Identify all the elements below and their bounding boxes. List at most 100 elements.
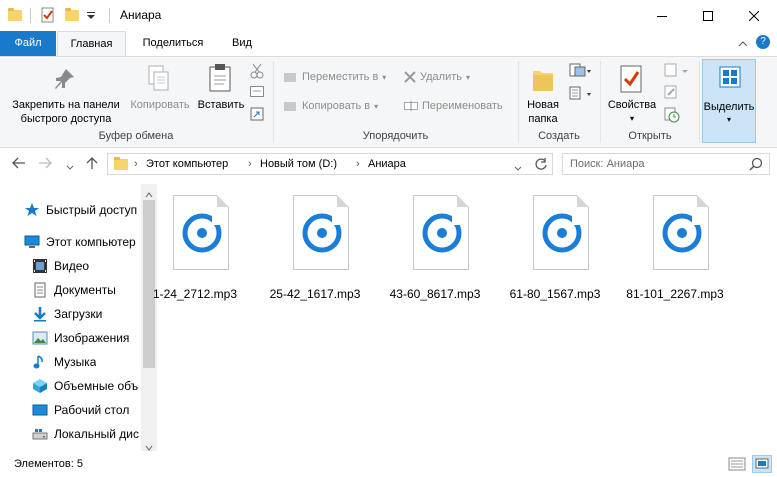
chevron-right-icon[interactable]: › (356, 158, 360, 170)
nav-item-desktop[interactable]: Рабочий стол (32, 400, 129, 420)
cut-icon[interactable] (250, 63, 264, 82)
edit-icon[interactable] (664, 85, 678, 102)
nav-item-label: Видео (54, 259, 90, 273)
breadcrumb-aniara[interactable]: Аниара (368, 158, 406, 170)
ribbon-collapse-chevron-icon[interactable] (738, 37, 748, 51)
pin-label-line1: Закрепить на панели (12, 99, 120, 111)
paste-shortcut-icon[interactable] (250, 107, 264, 124)
tab-home[interactable]: Главная (57, 31, 126, 57)
clipboard-group-label: Буфер обмена (98, 130, 174, 142)
address-bar[interactable]: › Этот компьютер › Новый том (D:) › Аниа… (107, 153, 553, 175)
paste-icon (208, 63, 234, 96)
large-icons-view-button[interactable] (752, 455, 772, 473)
nav-item-documents[interactable]: Документы (32, 280, 116, 300)
copy-icon (147, 65, 171, 96)
audio-file-icon (653, 195, 709, 270)
nav-item-label: Документы (54, 283, 116, 297)
history-icon[interactable] (664, 107, 680, 126)
minimize-button[interactable] (639, 0, 685, 31)
file-item[interactable]: 1-24_2712.mp3 (140, 195, 250, 305)
search-box[interactable]: Поиск: Аниара (562, 153, 770, 175)
back-button[interactable] (12, 157, 26, 172)
folder-icon (8, 7, 24, 23)
local-disk-icon (32, 426, 48, 442)
refresh-button[interactable] (534, 157, 548, 174)
paste-button[interactable]: Вставить (194, 98, 248, 112)
search-input[interactable]: Поиск: Аниара (570, 158, 645, 170)
select-icon (719, 66, 741, 91)
pin-icon (52, 67, 76, 96)
customize-quick-access-icon[interactable] (86, 7, 102, 23)
address-dropdown-button[interactable] (514, 161, 522, 175)
tab-file[interactable]: Файл (0, 31, 56, 56)
select-button[interactable]: Выделить ▾ (702, 59, 756, 143)
properties-button[interactable]: Свойства ▾ (603, 98, 661, 126)
chevron-right-icon[interactable]: › (134, 158, 138, 170)
nav-item-label: Этот компьютер (46, 235, 136, 249)
rename-button[interactable]: Переименовать (404, 100, 503, 112)
copy-to-label: Копировать в (302, 100, 371, 112)
nav-item-label: Локальный дис (54, 427, 139, 441)
maximize-icon (703, 10, 713, 21)
ribbon-tabs: Файл Главная Поделиться Вид ? (0, 31, 777, 57)
move-to-button[interactable]: Переместить в ▾ (284, 71, 386, 83)
details-view-button[interactable] (728, 456, 746, 472)
properties-icon (619, 64, 645, 97)
nav-item-3d-objects[interactable]: Объемные объ (32, 376, 142, 396)
breadcrumb-this-pc[interactable]: Этот компьютер (146, 158, 228, 170)
copy-to-dropdown-icon: ▾ (374, 101, 379, 111)
window-title: Аниара (120, 8, 162, 22)
organize-group-label: Упорядочить (362, 130, 429, 142)
nav-item-label: Быстрый доступ (46, 203, 138, 217)
close-button[interactable] (731, 0, 777, 31)
file-item[interactable]: 81-101_2267.mp3 (620, 195, 730, 305)
select-label: Выделить (703, 101, 755, 113)
help-icon[interactable]: ? (756, 35, 770, 49)
recent-locations-button[interactable] (66, 160, 74, 174)
chevron-right-icon[interactable]: › (248, 158, 252, 170)
move-to-label: Переместить в (302, 71, 379, 83)
item-count: Элементов: 5 (14, 458, 83, 470)
nav-item-quick-access[interactable]: Быстрый доступ (24, 200, 137, 220)
new-folder-label-line2: папка (528, 113, 558, 125)
pin-quick-access-button[interactable]: Закрепить на панели быстрого доступа (6, 98, 126, 126)
minimize-icon (657, 15, 667, 17)
move-to-dropdown-icon: ▾ (382, 72, 387, 82)
copy-path-icon[interactable] (250, 86, 264, 101)
new-item-icon[interactable] (569, 63, 591, 80)
back-arrow-icon (12, 157, 25, 169)
nav-item-downloads[interactable]: Загрузки (32, 304, 102, 324)
copy-to-button[interactable]: Копировать в ▾ (284, 100, 378, 112)
breadcrumb-drive-d[interactable]: Новый том (D:) (260, 158, 337, 170)
pin-label-line2: быстрого доступа (20, 113, 112, 125)
ribbon: Закрепить на панели быстрого доступа Коп… (0, 56, 777, 148)
rename-icon (404, 101, 418, 111)
audio-file-icon (533, 195, 589, 270)
copy-button[interactable]: Копировать (126, 98, 194, 112)
file-item[interactable]: 61-80_1567.mp3 (500, 195, 610, 305)
file-item[interactable]: 25-42_1617.mp3 (260, 195, 370, 305)
file-item[interactable]: 43-60_8617.mp3 (380, 195, 490, 305)
nav-item-music[interactable]: Музыка (32, 352, 96, 372)
new-folder-button[interactable]: Новая папка (520, 98, 566, 126)
nav-item-label: Загрузки (54, 307, 103, 321)
maximize-button[interactable] (685, 0, 731, 31)
nav-item-local-disk[interactable]: Локальный дис (32, 424, 142, 444)
details-view-icon (728, 457, 746, 471)
tab-share[interactable]: Поделиться (131, 31, 215, 56)
nav-item-pictures[interactable]: Изображения (32, 328, 129, 348)
ribbon-divider (699, 61, 700, 143)
tab-view[interactable]: Вид (222, 31, 262, 56)
nav-item-this-pc[interactable]: Этот компьютер (24, 232, 136, 252)
folder-icon (114, 157, 128, 170)
forward-arrow-icon (39, 157, 52, 169)
up-button[interactable] (86, 156, 98, 173)
delete-button[interactable]: Удалить ▾ (404, 71, 470, 83)
open-group-label: Открыть (628, 130, 672, 142)
open-icon[interactable] (664, 63, 690, 80)
new-folder-quick-icon[interactable] (64, 7, 80, 23)
properties-quick-icon[interactable] (40, 7, 56, 23)
forward-button[interactable] (38, 157, 52, 172)
nav-item-videos[interactable]: Видео (32, 256, 89, 276)
easy-access-icon[interactable] (569, 86, 591, 103)
